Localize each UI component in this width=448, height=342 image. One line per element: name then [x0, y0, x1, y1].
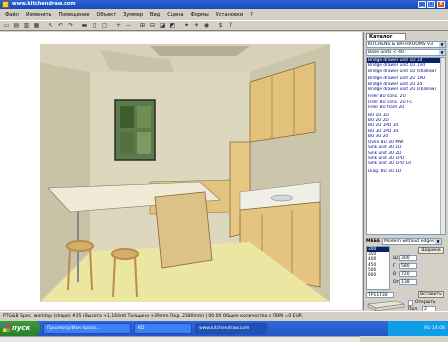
toolbar-separator — [134, 21, 137, 30]
windows-flag-icon — [3, 325, 10, 332]
menu-help[interactable]: ? — [248, 12, 255, 18]
front-view-icon[interactable]: ⊟ — [148, 21, 157, 30]
menu-forms[interactable]: Формы — [189, 12, 211, 18]
light-icon[interactable]: ☀ — [192, 21, 201, 30]
status-bar: PTG&B Spec. worktop (shape) #35 (Высота … — [0, 311, 448, 320]
close-button[interactable]: x — [437, 1, 445, 8]
depth-label: Г — [393, 264, 396, 269]
list-item[interactable]: Bridge drawer unit 2U (shallow) — [367, 87, 445, 92]
window-icon[interactable]: ▢ — [100, 21, 109, 30]
list-scrollbar[interactable] — [440, 58, 445, 234]
kitchen-render — [0, 32, 362, 310]
maximize-button[interactable]: □ — [427, 1, 435, 8]
zoom-out-icon[interactable]: − — [124, 21, 133, 30]
size-list[interactable]: 300 350 400 450 500 600 — [366, 246, 390, 290]
task-button-kitchendraw[interactable]: www.kitchendraw.com — [195, 323, 267, 334]
print-icon[interactable]: ▦ — [32, 21, 41, 30]
depth-field[interactable]: 580 — [399, 263, 417, 269]
taskbar: пуск Просмотр/Изм прогр... KD www.kitche… — [0, 321, 448, 336]
minimize-button[interactable]: _ — [418, 1, 426, 8]
width-field[interactable]: 300 — [399, 255, 417, 261]
menu-file[interactable]: Файл — [3, 12, 21, 18]
wall-icon[interactable]: ▬ — [80, 21, 89, 30]
redo-icon[interactable]: ↷ — [66, 21, 75, 30]
size-item[interactable]: 600 — [367, 273, 389, 278]
menu-zoom[interactable]: Зуммер — [121, 12, 145, 18]
list-item[interactable]: Diag. BU 3U 1D — [367, 169, 445, 174]
chevron-down-icon: ▼ — [439, 42, 445, 47]
title-bar[interactable]: www.kitchendraw.com _ □ x — [0, 0, 448, 9]
menu-room[interactable]: Помещение — [56, 12, 91, 18]
save-icon[interactable]: ▥ — [22, 21, 31, 30]
facade-label: МЕБЕ — [366, 239, 381, 244]
3d-view-icon[interactable]: ◪ — [158, 21, 167, 30]
chevron-down-icon: ▼ — [439, 50, 445, 55]
zoom-in-icon[interactable]: + — [114, 21, 123, 30]
width-label: Ш — [393, 256, 398, 261]
toolbar-separator — [110, 21, 113, 30]
top-view-icon[interactable]: ⊞ — [138, 21, 147, 30]
island — [154, 191, 213, 269]
select-icon[interactable]: ↖ — [46, 21, 55, 30]
catalog-select[interactable]: KITCHENS & BATHROOMS V3 ▼ — [366, 41, 446, 48]
3d-kitchen-view[interactable] — [0, 32, 362, 342]
menu-view[interactable]: Вид — [148, 12, 162, 18]
toolbar-separator — [212, 21, 215, 30]
menu-settings[interactable]: Установки — [214, 12, 245, 18]
menu-bar: Файл Изменить Помещение Объект Зуммер Ви… — [0, 10, 448, 19]
category-select[interactable]: Base units < 40 ▼ — [366, 49, 446, 56]
category-select-value: Base units < 40 — [368, 50, 404, 55]
menu-edit[interactable]: Изменить — [24, 12, 54, 18]
unit-properties: МЕБЕ Modern without edges ▼ 300 350 400 450… — [366, 238, 446, 312]
perspective-icon[interactable]: ◩ — [168, 21, 177, 30]
open-icon[interactable]: ▤ — [12, 21, 21, 30]
language-indicator[interactable]: RU — [424, 326, 430, 331]
estimate-icon[interactable]: $ — [216, 21, 225, 30]
offset-field[interactable]: 138 — [399, 279, 417, 285]
chevron-down-icon: ▼ — [435, 239, 442, 244]
toolbar: ▭ ▤ ▥ ▦ ↖ ↶ ↷ ▬ ▯ ▢ + − ⊞ ⊟ ◪ ◩ ✦ ☀ ◉ $? — [0, 20, 448, 31]
door-icon[interactable]: ▯ — [90, 21, 99, 30]
insert-button[interactable]: Вставить — [418, 291, 444, 298]
toolbar-separator — [42, 21, 45, 30]
toolbar-separator — [76, 21, 79, 30]
facade-row: МЕБЕ Modern without edges ▼ — [366, 238, 446, 245]
undo-icon[interactable]: ↶ — [56, 21, 65, 30]
catalog-panel: Каталог KITCHENS & BATHROOMS V3 ▼ Base u… — [363, 32, 448, 312]
reference-field[interactable]: TP11T30 — [366, 292, 394, 298]
system-tray: RU 14:08 — [388, 321, 448, 336]
toolbar-separator — [178, 21, 181, 30]
help-icon[interactable]: ? — [226, 21, 235, 30]
list-item[interactable]: Bridge drawer unit 1U (shallow) — [367, 69, 445, 74]
catalog-select-value: KITCHENS & BATHROOMS V3 — [368, 42, 433, 47]
sink — [270, 194, 294, 202]
task-button-explorer[interactable]: Просмотр/Изм прогр... — [43, 323, 131, 334]
width-button[interactable]: Ширина — [418, 247, 444, 254]
render-icon[interactable]: ✦ — [182, 21, 191, 30]
app-window: www.kitchendraw.com _ □ x Файл Изменить … — [0, 0, 448, 342]
new-icon[interactable]: ▭ — [2, 21, 11, 30]
menu-scene[interactable]: Сцена — [165, 12, 185, 18]
task-button-kd[interactable]: KD — [134, 323, 192, 334]
horizontal-scrollbar[interactable] — [0, 336, 360, 342]
menu-object[interactable]: Объект — [95, 12, 119, 18]
window-title: www.kitchendraw.com — [12, 1, 76, 7]
facade-select[interactable]: Modern without edges ▼ — [382, 238, 443, 245]
clock: 14:08 — [432, 326, 445, 331]
tab-catalog[interactable]: Каталог — [366, 33, 406, 40]
unit-list[interactable]: Bridge drawer unit 1D 1d Bridge drawer un… — [366, 57, 446, 235]
height-label: В — [393, 272, 397, 277]
camera-icon[interactable]: ◉ — [202, 21, 211, 30]
open-checkbox[interactable] — [408, 300, 413, 306]
app-icon — [2, 1, 9, 8]
open-label: Открыть — [415, 300, 436, 305]
height-field[interactable]: 720 — [399, 271, 417, 277]
facade-select-value: Modern without edges — [384, 239, 435, 244]
start-button[interactable]: пуск — [0, 321, 40, 336]
start-label: пуск — [12, 324, 31, 332]
